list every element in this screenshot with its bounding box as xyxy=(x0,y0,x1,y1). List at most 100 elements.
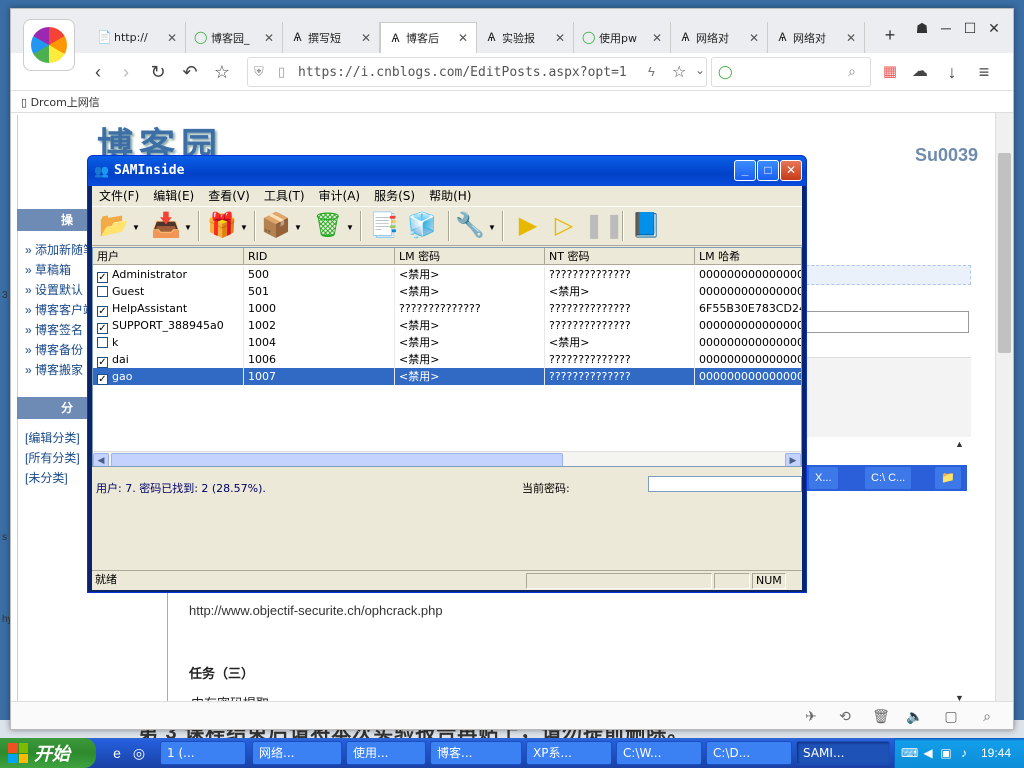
table-row[interactable]: ✓ dai 1006 <禁用>?????????????? 00000000000000… xyxy=(93,351,801,368)
scrollbar-thumb[interactable] xyxy=(111,453,563,466)
search-input[interactable]: ◯ ⌕ xyxy=(711,57,871,87)
taskbar-item-word[interactable]: 1 (... xyxy=(160,741,246,765)
column-user[interactable]: 用户 xyxy=(93,248,244,265)
dropdown-arrow-icon[interactable]: ▼ xyxy=(294,223,302,232)
column-lm-password[interactable]: LM 密码 xyxy=(395,248,545,265)
category-link[interactable]: [编辑分类] xyxy=(25,429,80,446)
table-row[interactable]: k 1004 <禁用> <禁用> 000000000000000 xyxy=(93,334,801,351)
forward-icon[interactable]: › xyxy=(113,59,139,85)
taskbar-item-folder[interactable]: C:\D... xyxy=(706,741,792,765)
minimize-button[interactable]: _ xyxy=(734,160,756,181)
taskbar-item-saminside[interactable]: SAMI... xyxy=(796,741,890,765)
tab-3[interactable]: Ѧ 撰写短 ✕ xyxy=(283,22,380,53)
row-checkbox[interactable]: ✓ xyxy=(97,374,108,385)
tab-7[interactable]: Ѧ 网络对 ✕ xyxy=(671,22,768,53)
lightning-icon[interactable]: ϟ xyxy=(648,64,655,79)
row-checkbox[interactable]: ✓ xyxy=(97,323,108,334)
tab-4-active[interactable]: Ѧ 博客后 ✕ xyxy=(380,22,477,53)
report-icon[interactable]: 📑 xyxy=(368,210,400,242)
stop-icon[interactable]: ❚❚ xyxy=(584,210,624,242)
sidebar-link[interactable]: » 博客签名 xyxy=(25,321,83,338)
help-book-icon[interactable]: 📘 xyxy=(630,210,662,242)
taskbar-item-use[interactable]: 使用... xyxy=(346,741,426,765)
category-link[interactable]: [所有分类] xyxy=(25,449,80,466)
address-bar[interactable]: ⛨ ▯ https://i.cnblogs.com/EditPosts.aspx… xyxy=(247,57,707,87)
delete-icon[interactable]: 🗑 xyxy=(312,210,344,242)
close-tab-icon[interactable]: ✕ xyxy=(652,31,662,45)
sidebar-link[interactable]: » 设置默认 xyxy=(25,281,83,298)
ophcrack-link[interactable]: http://www.objectif-securite.ch/ophcrack… xyxy=(189,603,443,618)
hamburger-menu-icon[interactable]: ≡ xyxy=(971,59,997,85)
attack-options-icon[interactable]: 🧊 xyxy=(406,210,438,242)
scrollbar-thumb[interactable] xyxy=(998,153,1011,353)
table-row[interactable]: ✓ HelpAssistant 1000??????????????????????… xyxy=(93,300,801,317)
close-icon[interactable]: ✕ xyxy=(983,17,1005,39)
table-row[interactable]: ✓ SUPPORT_388945a0 1002 <禁用>?????????????? 0… xyxy=(93,317,801,334)
dropdown-arrow-icon[interactable]: ▼ xyxy=(184,223,192,232)
keyboard-icon[interactable]: ⌨ xyxy=(901,746,918,760)
close-tab-icon[interactable]: ✕ xyxy=(361,31,371,45)
close-tab-icon[interactable]: ✕ xyxy=(749,31,759,45)
trash-icon[interactable]: 🗑 xyxy=(871,706,891,726)
menu-edit[interactable]: 编辑(E) xyxy=(146,186,201,206)
table-row[interactable]: ✓ Administrator 500 <禁用>?????????????? 00000… xyxy=(93,266,801,283)
dropdown-arrow-icon[interactable]: ▼ xyxy=(488,223,496,232)
scroll-up-icon[interactable]: ▲ xyxy=(955,439,964,449)
menu-service[interactable]: 服务(S) xyxy=(367,186,422,206)
download-icon[interactable]: ↓ xyxy=(939,59,965,85)
title-bar[interactable]: 👥 SAMInside _ □ ✕ xyxy=(88,156,806,186)
bookmark-star-icon[interactable]: ☆ xyxy=(672,62,686,82)
scroll-left-icon[interactable]: ◀ xyxy=(93,453,109,466)
taskbar-item-blog[interactable]: 博客... xyxy=(430,741,522,765)
menu-tools[interactable]: 工具(T) xyxy=(257,186,312,206)
start-attack-icon[interactable]: ▶ xyxy=(512,210,544,242)
dropdown-arrow-icon[interactable]: ▼ xyxy=(346,223,354,232)
open-folder-icon[interactable]: 📂 xyxy=(98,210,130,242)
browser-logo[interactable] xyxy=(23,19,75,71)
row-checkbox[interactable]: ✓ xyxy=(97,306,108,317)
play-icon[interactable]: ▷ xyxy=(548,210,580,242)
close-tab-icon[interactable]: ✕ xyxy=(846,31,856,45)
tab-2[interactable]: ◯ 博客园_ ✕ xyxy=(186,22,283,53)
maximize-button[interactable]: □ xyxy=(757,160,779,181)
row-checkbox[interactable] xyxy=(97,286,108,297)
back-icon[interactable]: ‹ xyxy=(85,59,111,85)
title-input[interactable] xyxy=(801,311,969,333)
sidebar-link[interactable]: » 添加新随笔 xyxy=(25,241,95,258)
star-icon[interactable]: ☆ xyxy=(209,59,235,85)
undo-icon[interactable]: ↶ xyxy=(177,59,203,85)
row-checkbox[interactable]: ✓ xyxy=(97,357,108,368)
horizontal-scrollbar[interactable]: ◀ ▶ xyxy=(93,451,801,466)
column-nt-password[interactable]: NT 密码 xyxy=(545,248,695,265)
scroll-down-icon[interactable]: ▼ xyxy=(955,693,964,701)
volume-icon[interactable]: ♪ xyxy=(957,746,971,760)
row-checkbox[interactable] xyxy=(97,337,108,348)
zoom-icon[interactable]: ⌕ xyxy=(977,706,997,726)
close-button[interactable]: ✕ xyxy=(780,160,802,181)
browser-quicklaunch-icon[interactable]: ◎ xyxy=(130,744,148,762)
dropdown-arrow-icon[interactable]: ▼ xyxy=(240,223,248,232)
taskbar-item-cmd[interactable]: C:\W... xyxy=(616,741,702,765)
apps-grid-icon[interactable]: ▦ xyxy=(877,59,903,85)
ie-icon[interactable]: e xyxy=(108,744,126,762)
search-icon[interactable]: ⌕ xyxy=(848,63,856,80)
menu-file[interactable]: 文件(F) xyxy=(92,186,146,206)
export-icon[interactable]: 📦 xyxy=(260,210,292,242)
menu-icon[interactable]: ☗ xyxy=(911,17,933,39)
taskbar-item-xp[interactable]: XP系... xyxy=(526,741,612,765)
start-button[interactable]: 开始 xyxy=(0,738,96,768)
category-link[interactable]: [未分类] xyxy=(25,469,68,486)
page-scrollbar[interactable] xyxy=(995,113,1013,701)
pin-icon[interactable]: ✈ xyxy=(801,706,821,726)
menu-audit[interactable]: 审计(A) xyxy=(312,186,368,206)
tray-arrow-icon[interactable]: ◀ xyxy=(921,746,935,760)
dropdown-arrow-icon[interactable]: ▼ xyxy=(132,223,140,232)
column-rid[interactable]: RID xyxy=(244,248,395,265)
sidebar-link[interactable]: » 博客搬家 xyxy=(25,361,83,378)
maximize-icon[interactable]: ☐ xyxy=(959,17,981,39)
chevron-down-icon[interactable]: ⌄ xyxy=(695,63,705,77)
tab-6[interactable]: ◯ 使用pw ✕ xyxy=(574,22,671,53)
window-icon[interactable]: ▢ xyxy=(941,706,961,726)
tab-5[interactable]: Ѧ 实验报 ✕ xyxy=(477,22,574,53)
settings-wrench-icon[interactable]: 🔧 xyxy=(454,210,486,242)
